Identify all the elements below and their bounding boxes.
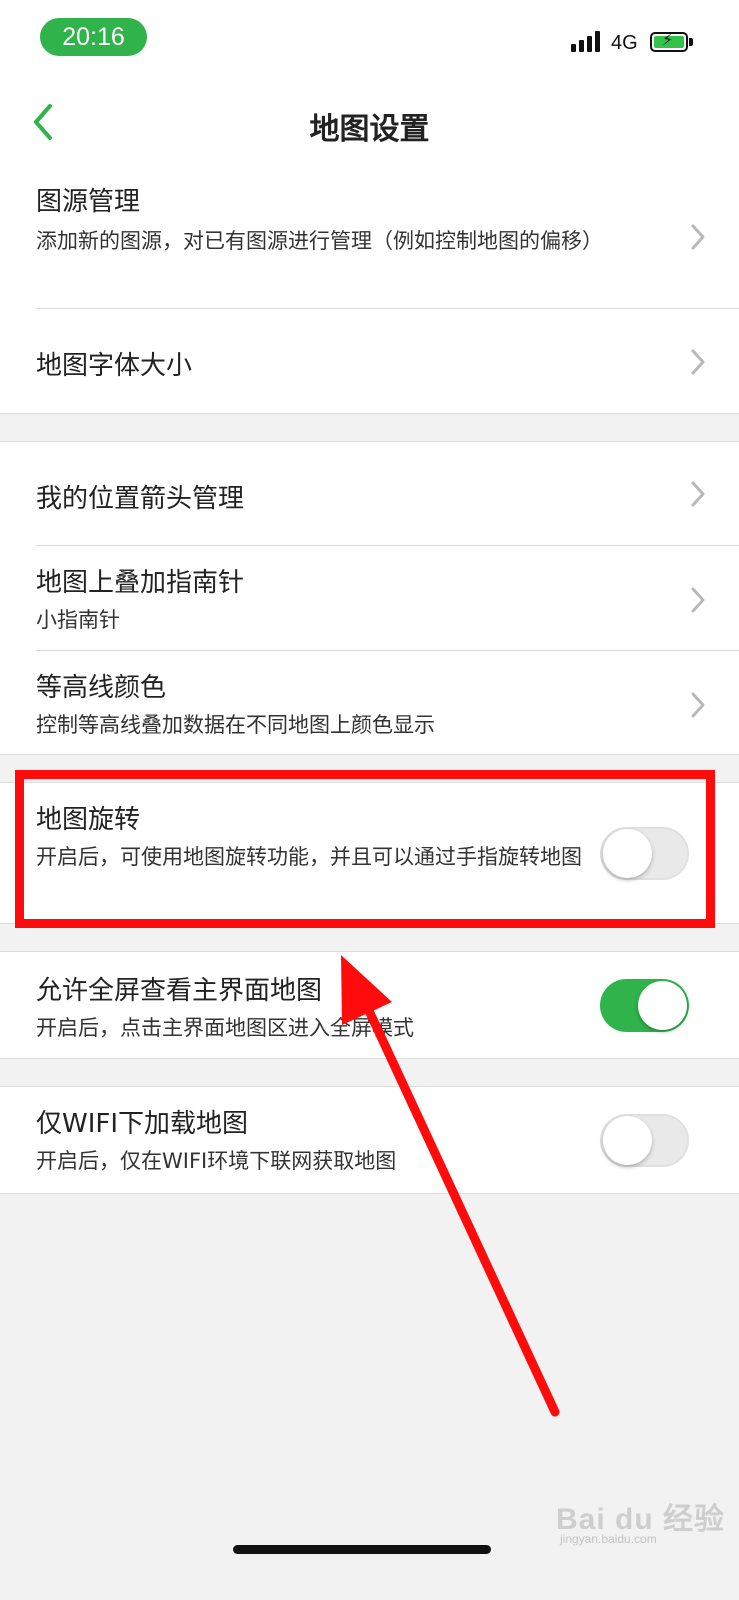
chevron-right-icon xyxy=(691,349,705,375)
toggle-knob xyxy=(638,981,687,1030)
fullscreen-map-toggle[interactable] xyxy=(600,979,689,1032)
watermark-url: jingyan.baidu.com xyxy=(560,1532,657,1546)
cellular-signal-icon xyxy=(571,30,600,52)
settings-group-overlays: 我的位置箭头管理 地图上叠加指南针 小指南针 等高线颜色 控制等高线叠加数据在不… xyxy=(0,441,739,755)
row-title: 我的位置箭头管理 xyxy=(36,484,245,514)
row-description: 控制等高线叠加数据在不同地图上颜色显示 xyxy=(36,713,435,737)
chevron-right-icon xyxy=(691,587,705,613)
row-fullscreen-map: 允许全屏查看主界面地图 开启后，点击主界面地图区进入全屏模式 xyxy=(0,952,739,1060)
row-description: 开启后，仅在WIFI环境下联网获取地图 xyxy=(36,1149,397,1173)
page-title: 地图设置 xyxy=(309,112,430,147)
settings-group-fullscreen: 允许全屏查看主界面地图 开启后，点击主界面地图区进入全屏模式 xyxy=(0,951,739,1059)
row-wifi-only: 仅WIFI下加载地图 开启后，仅在WIFI环境下联网获取地图 xyxy=(0,1087,739,1195)
chevron-right-icon xyxy=(691,481,705,507)
settings-group-wifi: 仅WIFI下加载地图 开启后，仅在WIFI环境下联网获取地图 xyxy=(0,1086,739,1194)
chevron-right-icon xyxy=(691,224,705,250)
status-time: 20:16 xyxy=(40,18,147,56)
wifi-only-toggle[interactable] xyxy=(600,1114,689,1167)
settings-group-map-source: 图源管理 添加新的图源，对已有图源进行管理（例如控制地图的偏移） 地图字体大小 xyxy=(0,161,739,414)
row-title: 允许全屏查看主界面地图 xyxy=(36,976,323,1006)
status-bar: 20:16 4G ⚡ xyxy=(0,0,739,80)
nav-bar: 地图设置 xyxy=(0,80,739,162)
row-title: 地图字体大小 xyxy=(36,351,193,381)
row-title: 等高线颜色 xyxy=(36,673,167,703)
home-indicator[interactable] xyxy=(233,1545,491,1554)
row-location-arrow[interactable]: 我的位置箭头管理 xyxy=(0,442,739,546)
row-contour-color[interactable]: 等高线颜色 控制等高线叠加数据在不同地图上颜色显示 xyxy=(0,651,739,756)
row-compass-overlay[interactable]: 地图上叠加指南针 小指南针 xyxy=(0,546,739,651)
battery-icon: ⚡ xyxy=(650,30,693,52)
charging-bolt-icon: ⚡ xyxy=(662,30,674,49)
annotation-highlight-box xyxy=(15,770,715,928)
chevron-right-icon xyxy=(691,692,705,718)
toggle-knob xyxy=(603,1116,652,1165)
row-title: 仅WIFI下加载地图 xyxy=(36,1109,248,1139)
row-map-font-size[interactable]: 地图字体大小 xyxy=(0,309,739,414)
row-description: 小指南针 xyxy=(36,608,120,632)
row-map-source-management[interactable]: 图源管理 添加新的图源，对已有图源进行管理（例如控制地图的偏移） xyxy=(0,161,739,309)
row-description: 添加新的图源，对已有图源进行管理（例如控制地图的偏移） xyxy=(36,229,603,253)
row-title: 地图上叠加指南针 xyxy=(36,568,245,598)
row-title: 图源管理 xyxy=(36,187,141,217)
network-type: 4G xyxy=(611,32,638,54)
row-description: 开启后，点击主界面地图区进入全屏模式 xyxy=(36,1016,414,1040)
